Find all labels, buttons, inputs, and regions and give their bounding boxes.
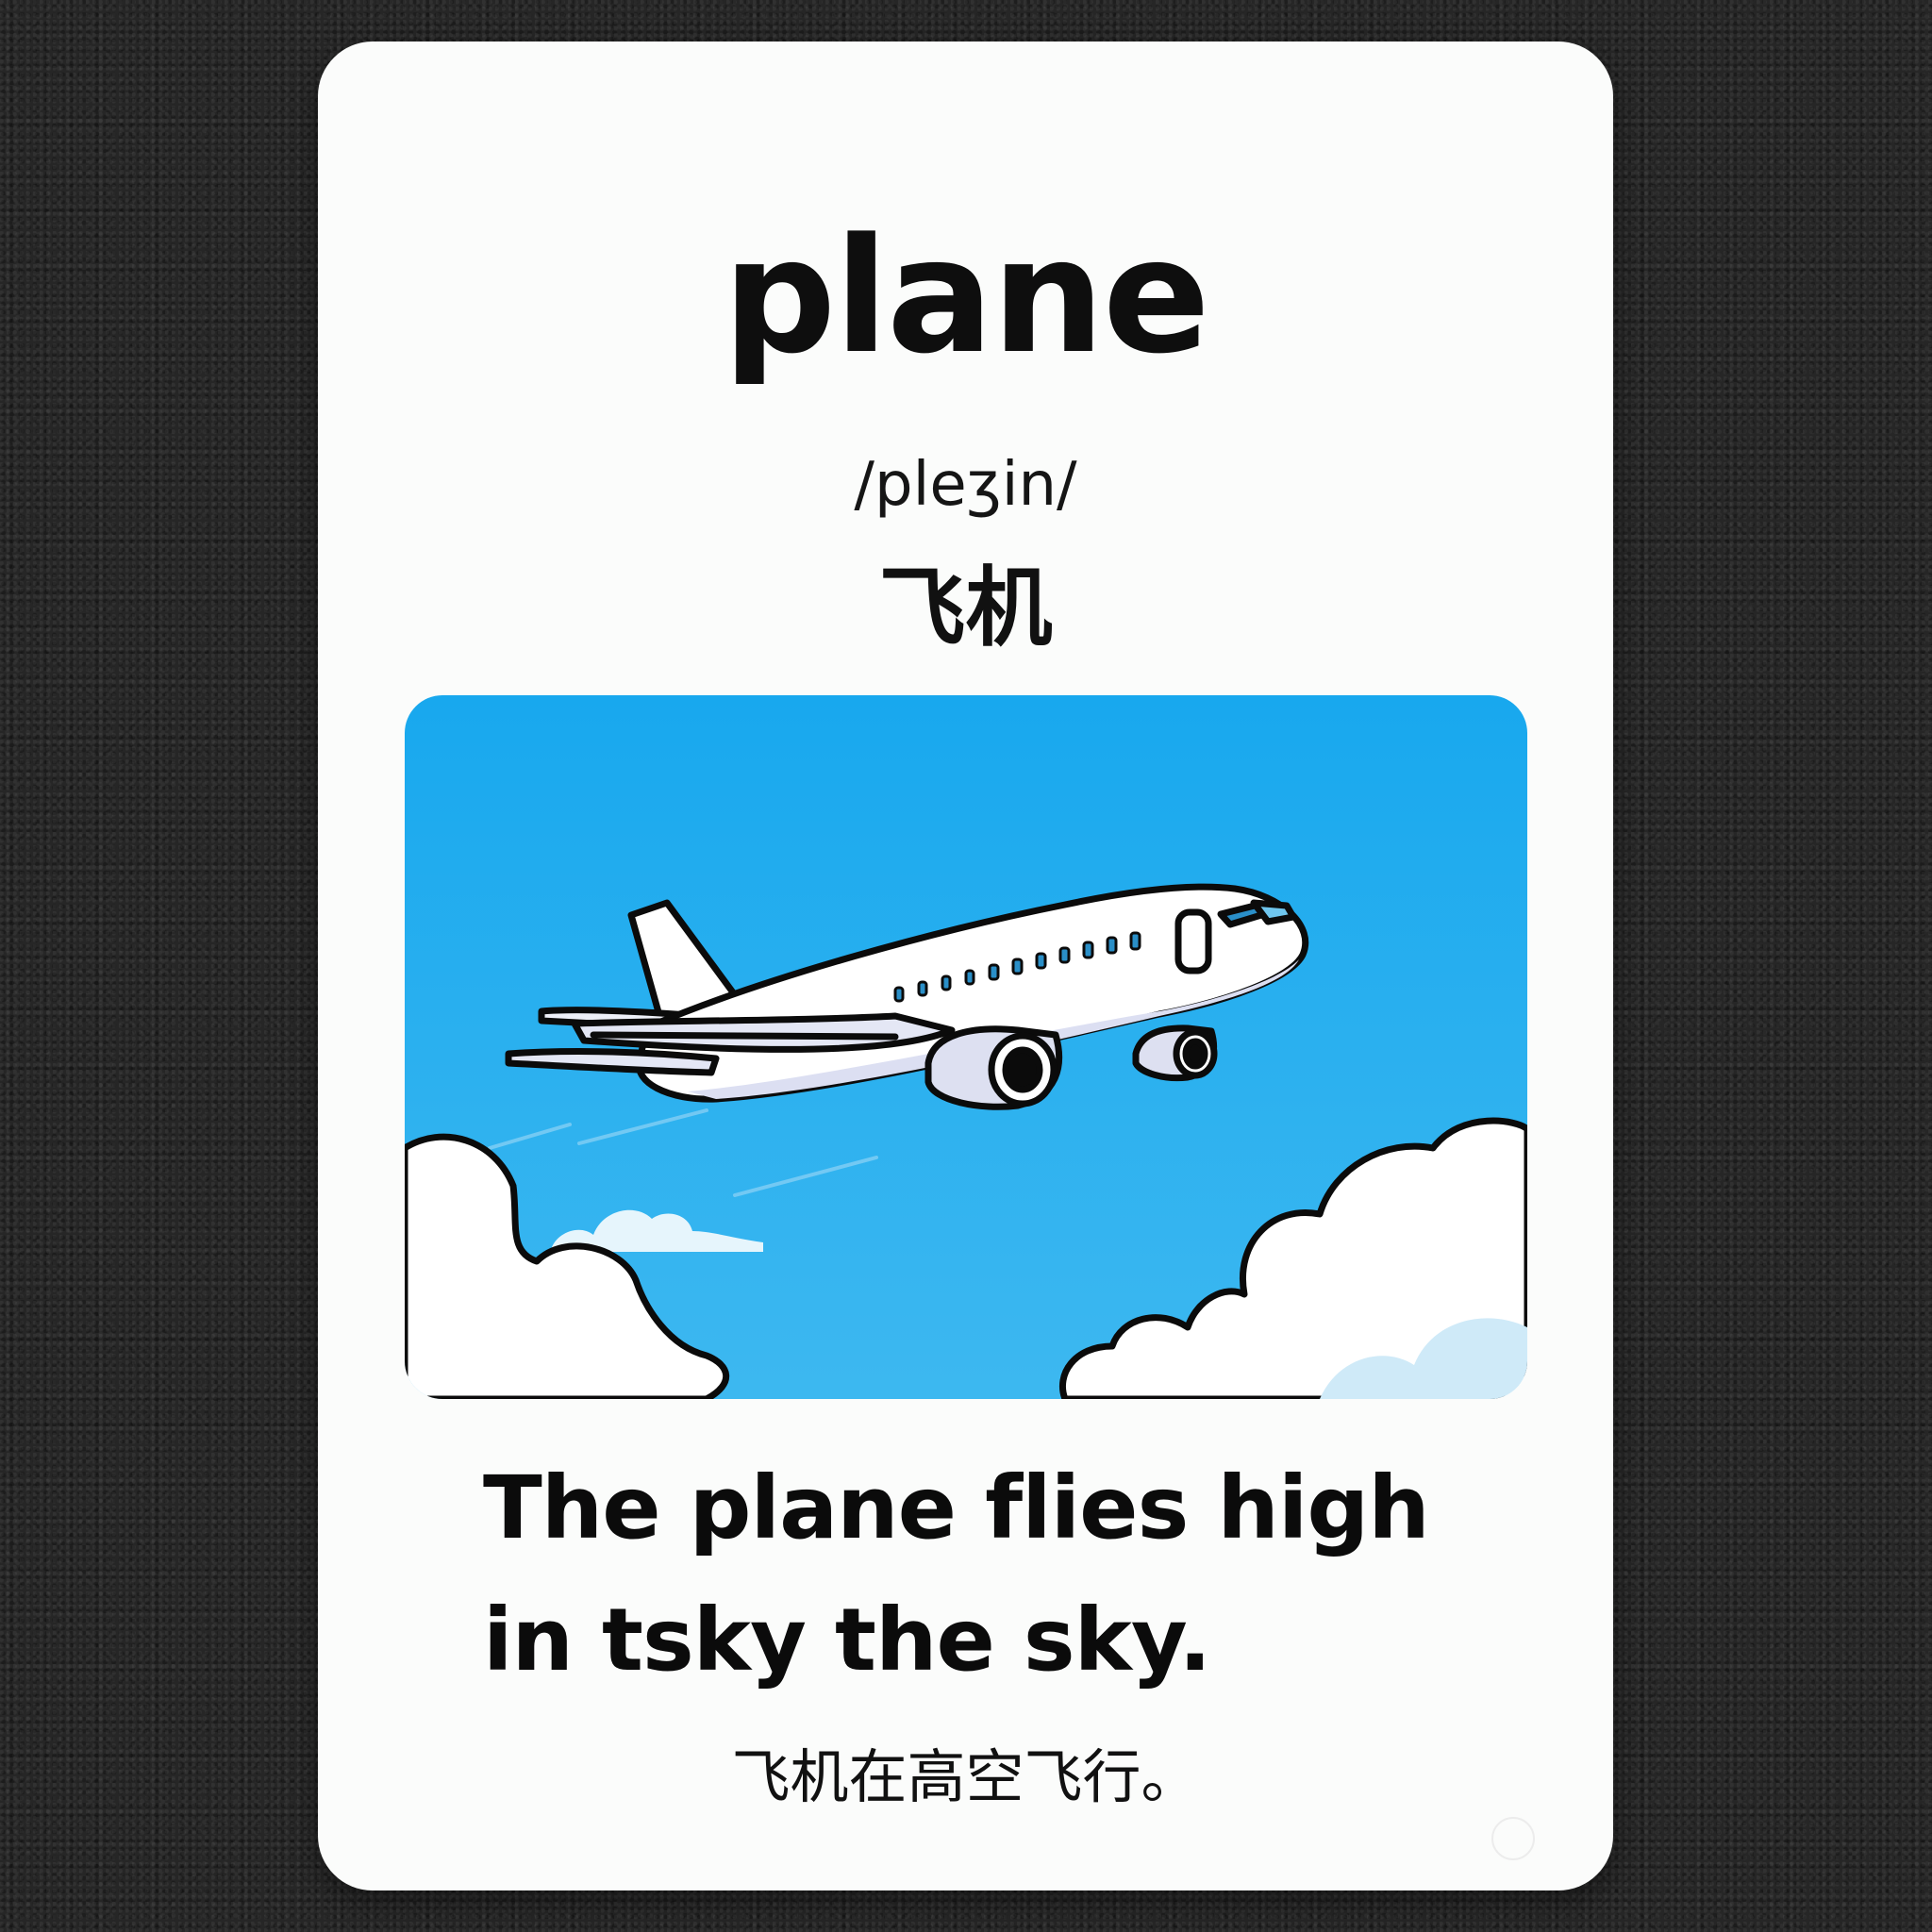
sky-illustration: [405, 695, 1527, 1399]
sentence-line-1: The plane flies high: [483, 1457, 1430, 1558]
illustration: [405, 695, 1527, 1399]
page-background: { "card": { "word": "plane", "ipa": "/pl…: [0, 0, 1932, 1932]
flashcard[interactable]: plane /pleʒin/ 飞机 The plane flies high i…: [318, 42, 1613, 1890]
sentence-translation: 飞机在高空飞行。: [731, 1742, 1200, 1811]
sentence-line-2: in tsky the sky.: [483, 1590, 1211, 1690]
vocab-word: plane: [723, 204, 1210, 389]
corner-circle-icon: [1491, 1817, 1535, 1860]
pronunciation: /pleʒin/: [854, 450, 1077, 520]
example-sentence: The plane flies high in tsky the sky.: [483, 1442, 1521, 1707]
word-translation: 飞机: [878, 558, 1053, 658]
